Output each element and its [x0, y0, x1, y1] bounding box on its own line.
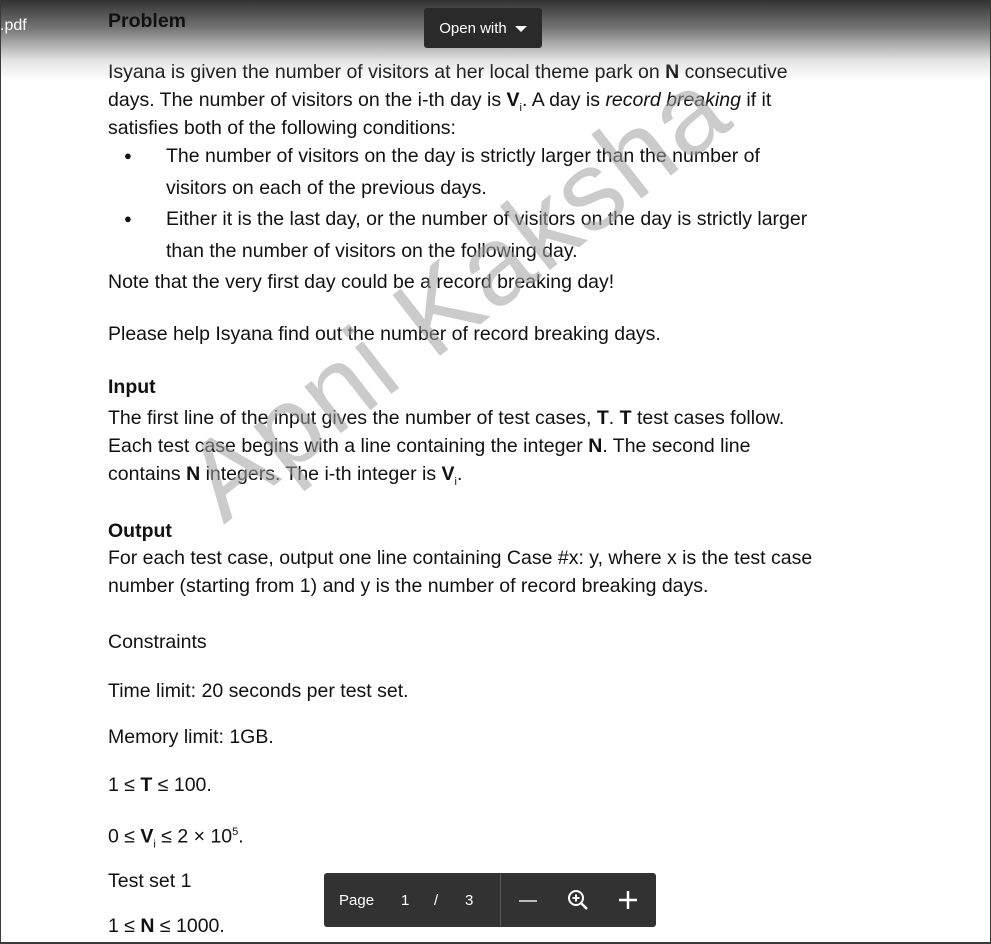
chevron-down-icon: [514, 26, 527, 32]
constraint-t: 1 ≤ T ≤ 100.: [108, 774, 212, 796]
constraint-n: 1 ≤ N ≤ 1000.: [108, 915, 225, 937]
zoom-in-button[interactable]: [616, 888, 640, 912]
time-limit: Time limit: 20 seconds per test set.: [108, 680, 409, 702]
output-line-1: For each test case, output one line cont…: [108, 547, 813, 569]
input-heading: Input: [108, 376, 156, 398]
test-set-label: Test set 1: [108, 870, 192, 892]
intro-line-3: satisfies both of the following conditio…: [108, 117, 456, 139]
current-page-input[interactable]: 1: [401, 892, 409, 909]
help-text: Please help Isyana find out the number o…: [108, 323, 661, 345]
bullet-dot: ●: [124, 148, 132, 163]
input-line-1: The first line of the input gives the nu…: [108, 407, 785, 429]
pagebar-divider: [500, 873, 501, 927]
open-with-label: Open with: [439, 19, 507, 37]
output-line-2: number (starting from 1) and y is the nu…: [108, 575, 709, 597]
constraints-heading: Constraints: [108, 631, 207, 653]
intro-line-1: Isyana is given the number of visitors a…: [108, 61, 788, 83]
zoom-icon[interactable]: [566, 888, 590, 912]
memory-limit: Memory limit: 1GB.: [108, 726, 274, 748]
page-label: Page: [339, 892, 375, 909]
page-navigation-bar: Page 1 / 3: [324, 873, 656, 927]
viewer-frame-left: [0, 0, 1, 944]
input-line-2: Each test case begins with a line contai…: [108, 435, 751, 457]
problem-heading: Problem: [108, 10, 187, 32]
total-pages: 3: [465, 892, 474, 909]
output-heading: Output: [108, 520, 172, 542]
zoom-out-button[interactable]: [519, 900, 537, 902]
open-with-button[interactable]: Open with: [424, 8, 542, 48]
file-name[interactable]: .pdf: [0, 17, 27, 35]
note-text: Note that the very first day could be a …: [108, 271, 615, 293]
constraint-v: 0 ≤ Vi ≤ 2 × 105.: [108, 825, 244, 851]
input-line-3: contains N integers. The i-th integer is…: [108, 463, 463, 488]
page-separator: /: [434, 892, 439, 909]
bullet-dot: ●: [124, 211, 132, 226]
